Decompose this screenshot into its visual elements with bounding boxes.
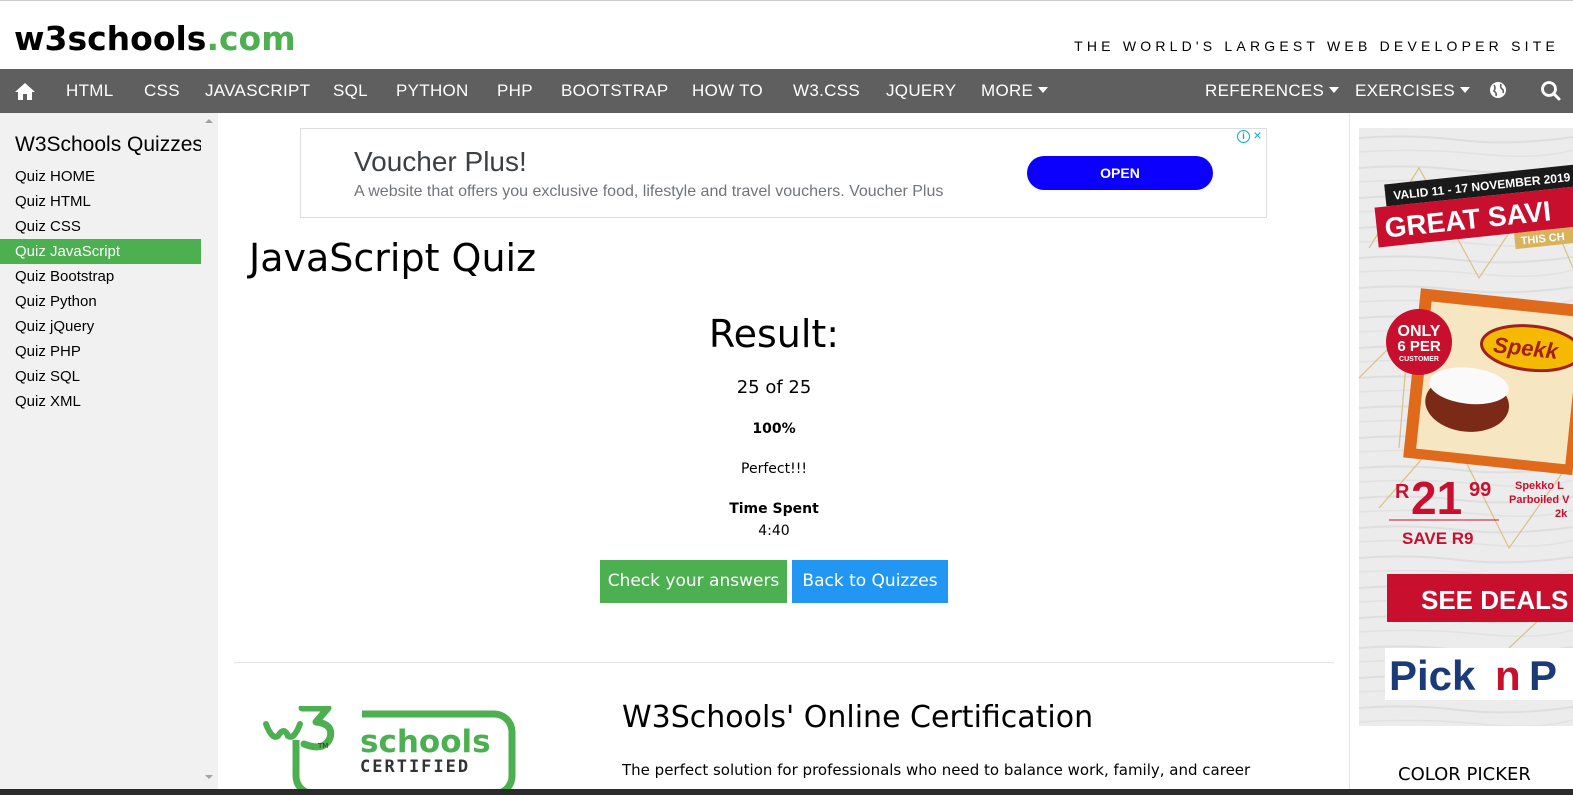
ad-close-icon[interactable]: × bbox=[1251, 128, 1264, 143]
site-tagline: THE WORLD'S LARGEST WEB DEVELOPER SITE bbox=[1074, 38, 1559, 54]
nav-html[interactable]: HTML bbox=[66, 69, 113, 113]
result-score: 25 of 25 bbox=[736, 377, 812, 398]
sidebar-item-quiz-xml[interactable]: Quiz XML bbox=[0, 389, 201, 414]
logo-text: w3schools bbox=[14, 19, 207, 58]
ad-product-3: 2k bbox=[1555, 508, 1568, 520]
ad-title[interactable]: Voucher Plus! bbox=[354, 146, 527, 178]
ad-price-currency: R bbox=[1395, 481, 1410, 503]
home-icon[interactable] bbox=[14, 69, 36, 113]
time-spent-value: 4:40 bbox=[758, 523, 790, 539]
page-title: JavaScript Quiz bbox=[249, 236, 537, 280]
result-percent: 100% bbox=[752, 421, 796, 437]
sidebar-item-quiz-python[interactable]: Quiz Python bbox=[0, 289, 201, 314]
ad-open-button[interactable]: OPEN bbox=[1027, 156, 1213, 190]
sidebar-scrollbar[interactable] bbox=[201, 113, 218, 789]
nav-exercises-label: EXERCISES bbox=[1355, 81, 1456, 100]
caret-down-icon bbox=[1038, 87, 1049, 93]
bottom-strip bbox=[0, 789, 1573, 795]
result-message: Perfect!!! bbox=[741, 461, 807, 477]
check-answers-button[interactable]: Check your answers bbox=[600, 560, 787, 603]
time-spent-label: Time Spent bbox=[729, 501, 819, 517]
ad-badge-customer: CUSTOMER bbox=[1399, 356, 1439, 363]
sidebar-item-quiz-jquery[interactable]: Quiz jQuery bbox=[0, 314, 201, 339]
ad-save: SAVE R9 bbox=[1402, 529, 1474, 548]
w3schools-certified-logo: TM schools CERTIFIED bbox=[262, 704, 522, 795]
caret-down-icon bbox=[1460, 87, 1471, 93]
ad-price-main: 21 bbox=[1411, 472, 1462, 524]
ad-description: A website that offers you exclusive food… bbox=[354, 183, 944, 200]
logo-tm: TM bbox=[317, 742, 328, 750]
nav-jquery[interactable]: JQUERY bbox=[886, 69, 956, 113]
logo-schools: schools bbox=[360, 724, 491, 760]
site-header: w3schools.com THE WORLD'S LARGEST WEB DE… bbox=[0, 0, 1573, 69]
logo-suffix: .com bbox=[206, 19, 296, 58]
nav-exercises[interactable]: EXERCISES bbox=[1355, 69, 1471, 113]
site-logo[interactable]: w3schools.com bbox=[14, 19, 296, 58]
result-heading: Result: bbox=[708, 312, 840, 356]
scroll-up-arrow-icon[interactable] bbox=[205, 119, 213, 123]
globe-icon[interactable] bbox=[1488, 69, 1508, 113]
nav-more-label: MORE bbox=[981, 81, 1034, 100]
caret-down-icon bbox=[1329, 87, 1340, 93]
sidebar-item-quiz-php[interactable]: Quiz PHP bbox=[0, 339, 201, 364]
sidebar-item-quiz-bootstrap[interactable]: Quiz Bootstrap bbox=[0, 264, 201, 289]
search-icon[interactable] bbox=[1540, 69, 1562, 113]
sidebar-item-quiz-html[interactable]: Quiz HTML bbox=[0, 189, 201, 214]
nav-sql[interactable]: SQL bbox=[333, 69, 368, 113]
logo-certified: CERTIFIED bbox=[360, 757, 470, 777]
nav-php[interactable]: PHP bbox=[497, 69, 533, 113]
right-column-separator bbox=[1349, 113, 1350, 789]
ad-store-p: P bbox=[1529, 652, 1557, 699]
color-picker-heading[interactable]: COLOR PICKER bbox=[1398, 764, 1531, 785]
nav-javascript[interactable]: JAVASCRIPT bbox=[205, 69, 310, 113]
nav-howto[interactable]: HOW TO bbox=[692, 69, 763, 113]
ad-badge-per: 6 PER bbox=[1397, 338, 1441, 355]
scroll-down-arrow-icon[interactable] bbox=[205, 775, 213, 779]
nav-references-label: REFERENCES bbox=[1205, 81, 1325, 100]
ad-product-2: Parboiled V bbox=[1509, 494, 1570, 506]
nav-bootstrap[interactable]: BOOTSTRAP bbox=[561, 69, 669, 113]
nav-w3css[interactable]: W3.CSS bbox=[793, 69, 860, 113]
nav-more[interactable]: MORE bbox=[981, 69, 1049, 113]
ad-banner[interactable]: Voucher Plus! A website that offers you … bbox=[300, 128, 1267, 218]
sidebar-item-quiz-sql[interactable]: Quiz SQL bbox=[0, 364, 201, 389]
ad-product-1: Spekko L bbox=[1515, 480, 1564, 492]
ad-price-cents: 99 bbox=[1469, 479, 1491, 501]
ad-store-n: n bbox=[1495, 652, 1521, 699]
section-divider bbox=[234, 662, 1334, 663]
nav-python[interactable]: PYTHON bbox=[396, 69, 469, 113]
sidebar-item-quiz-css[interactable]: Quiz CSS bbox=[0, 214, 201, 239]
quiz-sidebar: W3Schools Quizzes Quiz HOME Quiz HTML Qu… bbox=[0, 113, 218, 789]
nav-references[interactable]: REFERENCES bbox=[1205, 69, 1340, 113]
ad-store-pick: Pick bbox=[1389, 652, 1476, 699]
sidebar-item-quiz-javascript[interactable]: Quiz JavaScript bbox=[0, 239, 201, 264]
ad-info-icon[interactable]: i bbox=[1237, 130, 1250, 143]
ad-see-deals: SEE DEALS bbox=[1421, 585, 1568, 615]
sidebar-title: W3Schools Quizzes bbox=[15, 133, 203, 156]
certification-title: W3Schools' Online Certification bbox=[622, 700, 1094, 735]
nav-css[interactable]: CSS bbox=[144, 69, 180, 113]
back-to-quizzes-button[interactable]: Back to Quizzes bbox=[792, 560, 948, 603]
top-nav: HTML CSS JAVASCRIPT SQL PYTHON PHP BOOTS… bbox=[0, 69, 1573, 113]
side-ad-picknpay[interactable]: VALID 11 - 17 NOVEMBER 2019 GREAT SAVI T… bbox=[1359, 128, 1573, 726]
certification-text: The perfect solution for professionals w… bbox=[622, 761, 1251, 779]
sidebar-item-quiz-home[interactable]: Quiz HOME bbox=[0, 164, 201, 189]
